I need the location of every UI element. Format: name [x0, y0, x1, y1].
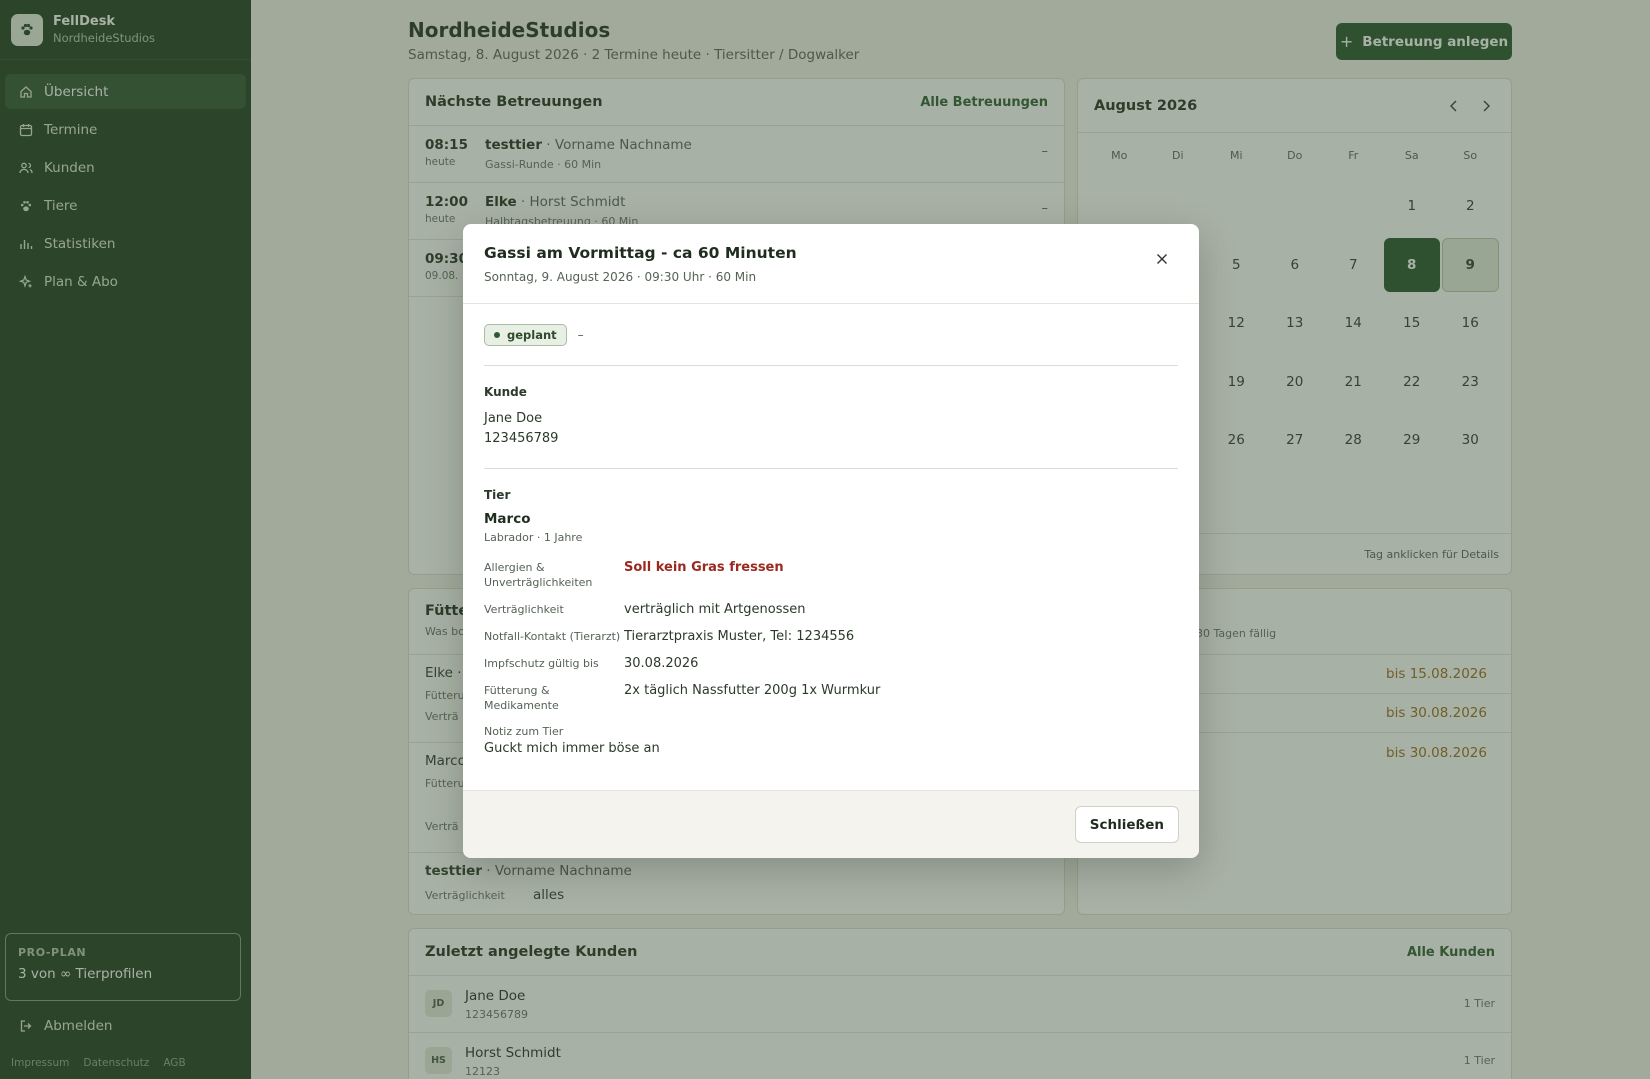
modal-customer-phone: 123456789: [484, 431, 559, 446]
close-modal-button[interactable]: Schließen: [1074, 806, 1179, 843]
pet-section: Tier Marco Labrador · 1 Jahre Allergien …: [484, 469, 1178, 775]
note-value: Guckt mich immer böse an: [484, 741, 660, 756]
close-icon: [1157, 254, 1167, 264]
field-key: Fütterung & Medikamente: [484, 684, 559, 712]
emergency-contact-field: Notfall-Kontakt (Tierarzt) Tierarztpraxi…: [484, 629, 1178, 644]
modal-customer-name: Jane Doe: [484, 411, 543, 426]
close-button[interactable]: [1152, 249, 1172, 269]
status-line: geplant –: [484, 304, 1178, 366]
field-value: 2x täglich Nassfutter 200g 1x Wurmkur: [624, 683, 881, 698]
field-value: Tierarztpraxis Muster, Tel: 1234556: [624, 629, 855, 644]
customer-section-label: Kunde: [484, 385, 527, 399]
customer-section: Kunde Jane Doe 123456789: [484, 366, 1178, 469]
modal-pet-breed: Labrador · 1 Jahre: [484, 531, 583, 544]
field-value: Soll kein Gras fressen: [624, 560, 784, 575]
field-value: verträglich mit Artgenossen: [624, 602, 806, 617]
field-key: Verträglichkeit: [484, 603, 564, 616]
feeding-field: Fütterung & Medikamente 2x täglich Nassf…: [484, 683, 1178, 713]
status-dot-icon: [494, 331, 500, 338]
modal-subtitle: Sonntag, 9. August 2026 · 09:30 Uhr · 60…: [484, 270, 757, 284]
allergies-field: Allergien & Unverträglichkeiten Soll kei…: [484, 560, 1178, 590]
vaccination-field: Impfschutz gültig bis 30.08.2026: [484, 656, 1178, 671]
field-key: Impfschutz gültig bis: [484, 657, 599, 670]
field-key: Notfall-Kontakt (Tierarzt): [484, 630, 621, 643]
note-label: Notiz zum Tier: [484, 725, 564, 738]
pet-section-label: Tier: [484, 488, 511, 502]
field-key: Allergien & Unverträglichkeiten: [484, 561, 593, 589]
booking-detail-modal: Gassi am Vormittag - ca 60 Minuten Sonnt…: [463, 224, 1199, 858]
modal-title: Gassi am Vormittag - ca 60 Minuten: [484, 244, 797, 262]
status-label: geplant: [507, 327, 557, 342]
compatibility-field: Verträglichkeit verträglich mit Artgenos…: [484, 602, 1178, 617]
modal-footer: Schließen: [463, 790, 1199, 858]
field-value: 30.08.2026: [624, 656, 699, 671]
modal-pet-name: Marco: [484, 511, 531, 527]
status-badge: geplant: [484, 323, 567, 346]
status-note: –: [577, 327, 584, 342]
